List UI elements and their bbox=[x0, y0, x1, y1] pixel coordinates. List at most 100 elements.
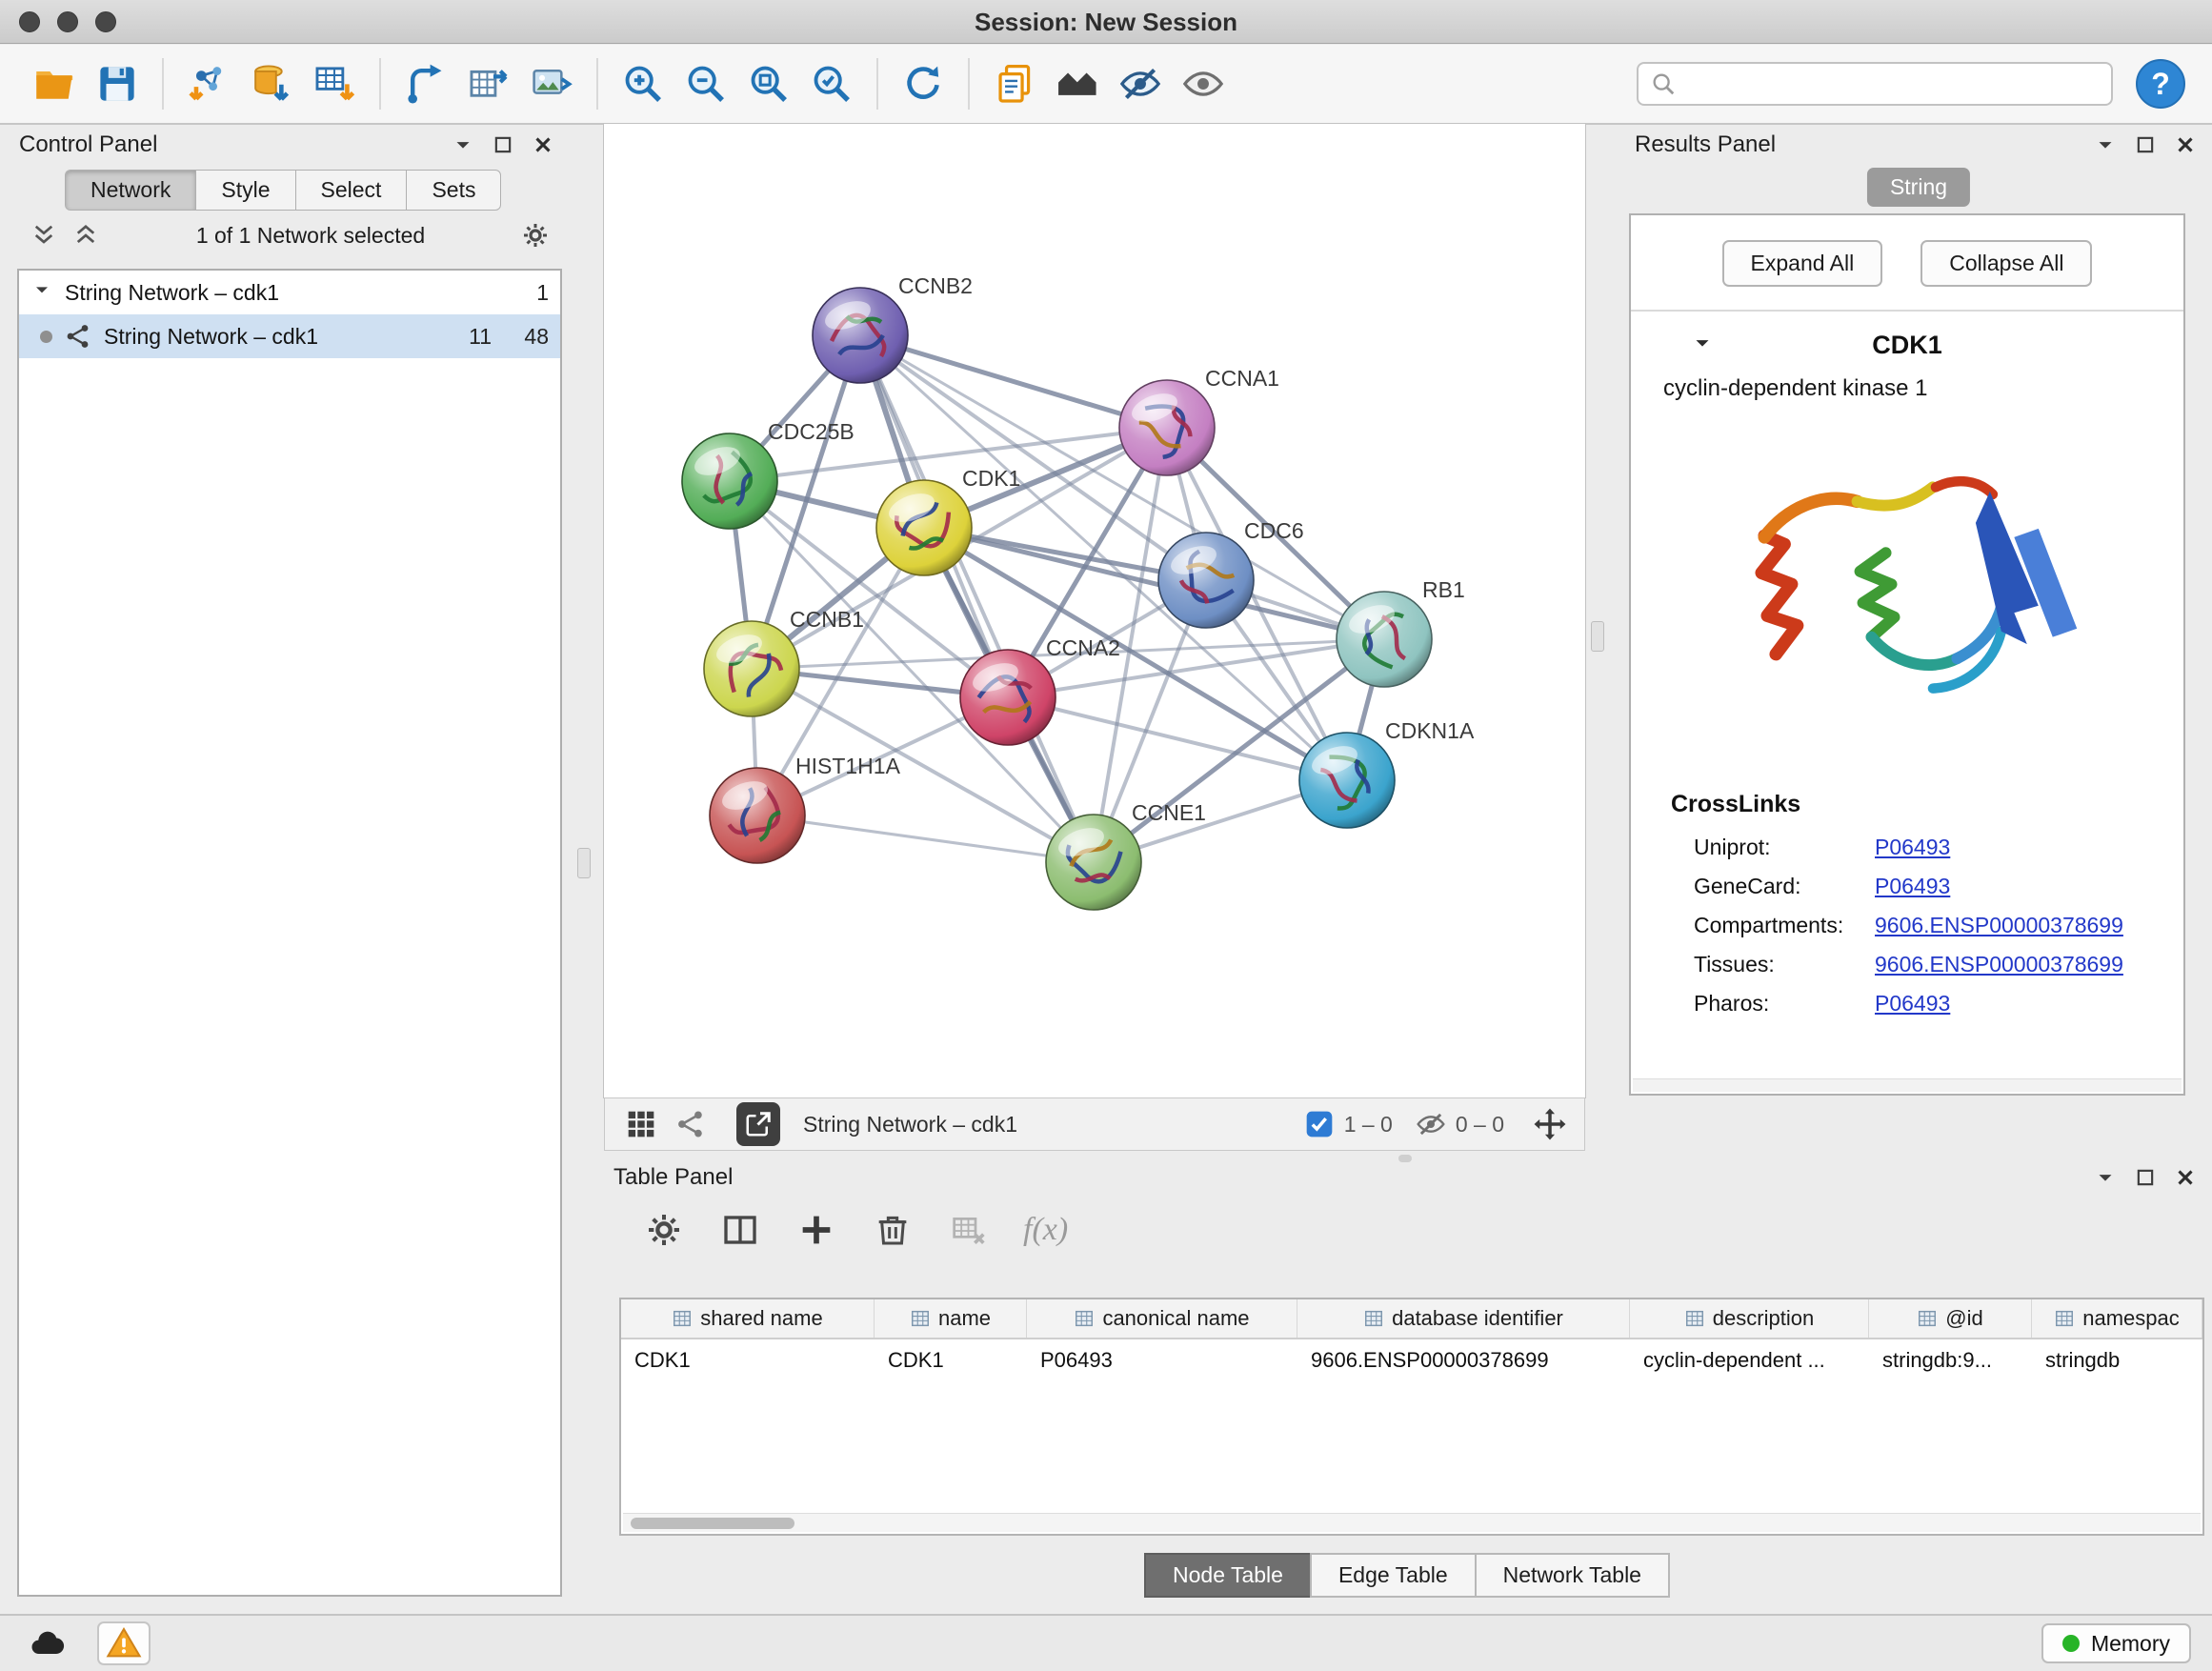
zoom-in-button[interactable] bbox=[616, 57, 670, 111]
memory-button[interactable]: Memory bbox=[2041, 1623, 2191, 1663]
grid-view-button[interactable] bbox=[618, 1101, 664, 1147]
copy-button[interactable] bbox=[988, 57, 1041, 111]
float-button[interactable] bbox=[486, 128, 520, 162]
tab-network[interactable]: Network bbox=[65, 170, 195, 211]
table-cell[interactable]: CDK1 bbox=[621, 1348, 875, 1373]
table-cell[interactable]: P06493 bbox=[1027, 1348, 1297, 1373]
tab-style[interactable]: Style bbox=[195, 170, 294, 211]
open-in-new-window-button[interactable] bbox=[736, 1102, 780, 1146]
network-node-RB1[interactable]: RB1 bbox=[1337, 577, 1465, 687]
import-table-from-file-button[interactable] bbox=[308, 57, 361, 111]
zoom-selected-icon bbox=[810, 62, 854, 106]
import-network-from-file-button[interactable] bbox=[182, 57, 235, 111]
crosslink-link[interactable]: 9606.ENSP00000378699 bbox=[1875, 913, 2123, 938]
export-table-button[interactable] bbox=[462, 57, 515, 111]
chevrons-down-button[interactable] bbox=[25, 216, 63, 254]
hidden-eye-slash-icon[interactable] bbox=[1416, 1109, 1446, 1139]
save-session-button[interactable] bbox=[90, 57, 144, 111]
delete-column-button[interactable] bbox=[871, 1208, 915, 1252]
open-session-button[interactable] bbox=[28, 57, 81, 111]
window-close-button[interactable] bbox=[19, 11, 40, 32]
zoom-selected-button[interactable] bbox=[805, 57, 858, 111]
crosslink-link[interactable]: 9606.ENSP00000378699 bbox=[1875, 952, 2123, 977]
crosslink-link[interactable]: P06493 bbox=[1875, 991, 1950, 1017]
column-header-id[interactable]: @id bbox=[1869, 1299, 2032, 1338]
network-node-CDK1[interactable]: CDK1 bbox=[876, 466, 1020, 575]
help-button[interactable]: ? bbox=[2136, 59, 2185, 109]
column-header-database-identifier[interactable]: database identifier bbox=[1297, 1299, 1630, 1338]
refresh-view-button[interactable] bbox=[896, 57, 950, 111]
table-row[interactable]: CDK1CDK1P064939606.ENSP00000378699cyclin… bbox=[621, 1339, 2202, 1381]
add-column-button[interactable] bbox=[794, 1208, 838, 1252]
network-edge[interactable] bbox=[860, 335, 1094, 862]
gear-button[interactable] bbox=[516, 216, 554, 254]
hide-graphics-details-button[interactable] bbox=[1114, 57, 1167, 111]
tab-network-table[interactable]: Network Table bbox=[1475, 1553, 1670, 1598]
table-cell[interactable]: stringdb bbox=[2032, 1348, 2202, 1373]
float-button[interactable] bbox=[2128, 1160, 2162, 1195]
network-canvas[interactable]: CCNB2CCNA1CDC25BCDK1CDC6RB1CCNB1CCNA2CDK… bbox=[604, 124, 1585, 1097]
crosslink-link[interactable]: P06493 bbox=[1875, 874, 1950, 899]
delete-table-button[interactable] bbox=[947, 1208, 991, 1252]
column-header-name[interactable]: name bbox=[875, 1299, 1027, 1338]
collapse-button[interactable] bbox=[446, 128, 480, 162]
export-image-button[interactable] bbox=[525, 57, 578, 111]
column-header-namespac[interactable]: namespac bbox=[2032, 1299, 2202, 1338]
function-builder-button[interactable]: f(x) bbox=[1023, 1212, 1068, 1248]
network-node-CCNA1[interactable]: CCNA1 bbox=[1119, 366, 1279, 475]
zoom-fit-content-button[interactable] bbox=[742, 57, 795, 111]
close-button[interactable] bbox=[526, 128, 560, 162]
network-collection-row[interactable]: String Network – cdk1 1 bbox=[19, 271, 560, 314]
scrollbar-thumb[interactable] bbox=[631, 1518, 794, 1529]
column-header-shared-name[interactable]: shared name bbox=[621, 1299, 875, 1338]
expand-all-button[interactable]: Expand All bbox=[1722, 240, 1883, 287]
network-node-CCNB2[interactable]: CCNB2 bbox=[813, 273, 973, 383]
network-node-HIST1H1A[interactable]: HIST1H1A bbox=[710, 754, 901, 863]
results-horizontal-scrollbar[interactable] bbox=[1633, 1078, 2182, 1092]
first-neighbors-button[interactable] bbox=[399, 57, 452, 111]
collapse-button[interactable] bbox=[2088, 1160, 2122, 1195]
show-columns-button[interactable] bbox=[718, 1208, 762, 1252]
birds-eye-view-button[interactable] bbox=[1051, 57, 1104, 111]
tab-sets[interactable]: Sets bbox=[406, 170, 501, 211]
table-cell[interactable]: cyclin-dependent ... bbox=[1630, 1348, 1869, 1373]
column-header-description[interactable]: description bbox=[1630, 1299, 1869, 1338]
network-node-CDC6[interactable]: CDC6 bbox=[1158, 518, 1304, 628]
tab-string[interactable]: String bbox=[1867, 168, 1970, 207]
table-cell[interactable]: stringdb:9... bbox=[1869, 1348, 2032, 1373]
chevrons-up-button[interactable] bbox=[67, 216, 105, 254]
window-zoom-button[interactable] bbox=[95, 11, 116, 32]
move-tool-button[interactable] bbox=[1527, 1101, 1573, 1147]
network-graph[interactable]: CCNB2CCNA1CDC25BCDK1CDC6RB1CCNB1CCNA2CDK… bbox=[604, 124, 1585, 1097]
show-graphics-details-button[interactable] bbox=[1176, 57, 1230, 111]
tab-edge-table[interactable]: Edge Table bbox=[1310, 1553, 1477, 1598]
share-network-button[interactable] bbox=[668, 1101, 714, 1147]
zoom-out-button[interactable] bbox=[679, 57, 733, 111]
network-edge[interactable] bbox=[757, 815, 1094, 862]
close-button[interactable] bbox=[2168, 128, 2202, 162]
table-cell[interactable]: 9606.ENSP00000378699 bbox=[1297, 1348, 1630, 1373]
window-minimize-button[interactable] bbox=[57, 11, 78, 32]
search-input[interactable] bbox=[1684, 71, 2100, 97]
panel-divider-handle[interactable] bbox=[1591, 621, 1604, 652]
crosslink-link[interactable]: P06493 bbox=[1875, 835, 1950, 860]
warning-button[interactable] bbox=[97, 1621, 151, 1665]
table-horizontal-scrollbar[interactable] bbox=[623, 1513, 2201, 1532]
tab-select[interactable]: Select bbox=[295, 170, 407, 211]
cloud-button[interactable] bbox=[21, 1621, 74, 1665]
table-settings-button[interactable] bbox=[642, 1208, 686, 1252]
table-cell[interactable]: CDK1 bbox=[875, 1348, 1027, 1373]
close-button[interactable] bbox=[2168, 1160, 2202, 1195]
tab-node-table[interactable]: Node Table bbox=[1144, 1553, 1312, 1598]
network-node-CCNB1[interactable]: CCNB1 bbox=[704, 607, 864, 716]
network-row[interactable]: String Network – cdk1 11 48 bbox=[19, 314, 560, 358]
panel-divider-handle[interactable] bbox=[577, 848, 591, 878]
collapse-all-button[interactable]: Collapse All bbox=[1920, 240, 2092, 287]
collapse-button[interactable] bbox=[2088, 128, 2122, 162]
float-button[interactable] bbox=[2128, 128, 2162, 162]
disclosure-triangle-icon[interactable] bbox=[30, 278, 53, 307]
section-disclosure-icon[interactable] bbox=[1690, 331, 1715, 360]
selected-checkbox-icon[interactable] bbox=[1304, 1109, 1335, 1139]
import-network-from-database-button[interactable] bbox=[245, 57, 298, 111]
column-header-canonical-name[interactable]: canonical name bbox=[1027, 1299, 1297, 1338]
